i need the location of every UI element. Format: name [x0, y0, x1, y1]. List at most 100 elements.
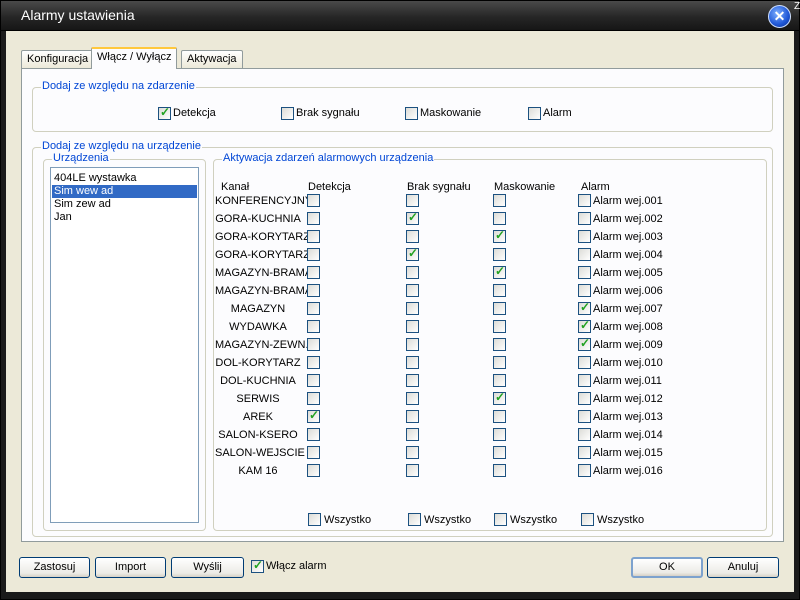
row-alarm-checkbox[interactable]	[578, 284, 591, 297]
row-masking-checkbox[interactable]	[493, 194, 506, 207]
select-all-masking-checkbox[interactable]	[494, 513, 507, 526]
row-signal-loss-checkbox[interactable]	[406, 464, 419, 477]
event-detection-checkbox[interactable]	[158, 105, 171, 120]
row-masking-checkbox[interactable]	[493, 428, 506, 441]
list-item[interactable]: Jan	[52, 211, 197, 224]
row-alarm-checkbox[interactable]	[578, 446, 591, 459]
list-item[interactable]: 404LE wystawka	[52, 172, 197, 185]
row-masking-checkbox[interactable]	[493, 446, 506, 459]
row-detection-checkbox[interactable]	[307, 356, 320, 369]
row-masking-checkbox[interactable]	[493, 228, 506, 243]
select-all-detection-checkbox[interactable]	[308, 513, 321, 526]
row-signal-loss-checkbox[interactable]	[406, 194, 419, 207]
row-detection-checkbox[interactable]	[307, 338, 320, 351]
row-alarm-checkbox[interactable]	[578, 336, 591, 351]
row-signal-loss-checkbox[interactable]	[406, 320, 419, 333]
channel-name: SERWIS	[236, 393, 280, 405]
row-signal-loss-checkbox[interactable]	[406, 284, 419, 297]
row-alarm-checkbox[interactable]	[578, 194, 591, 207]
title-bar[interactable]: Alarmy ustawienia ✕	[1, 1, 799, 31]
enable-alarm-checkbox[interactable]	[251, 558, 264, 573]
corner-glyph: Z	[794, 1, 800, 12]
row-masking-checkbox[interactable]	[493, 410, 506, 423]
row-alarm-checkbox[interactable]	[578, 212, 591, 225]
ok-button[interactable]: OK	[631, 557, 703, 578]
event-group: Dodaj ze względu na zdarzenie	[32, 80, 773, 132]
row-alarm-checkbox[interactable]	[578, 464, 591, 477]
select-all-alarm-checkbox[interactable]	[581, 513, 594, 526]
close-button[interactable]: ✕	[768, 5, 791, 28]
event-alarm-checkbox[interactable]	[528, 107, 541, 120]
send-button[interactable]: Wyślij	[171, 557, 244, 578]
row-signal-loss-checkbox[interactable]	[406, 428, 419, 441]
row-alarm-checkbox[interactable]	[578, 318, 591, 333]
list-item[interactable]: Sim zew ad	[52, 198, 197, 211]
list-item[interactable]: Sim wew ad	[52, 185, 197, 198]
row-masking-checkbox[interactable]	[493, 212, 506, 225]
row-signal-loss-checkbox[interactable]	[406, 302, 419, 315]
row-alarm-label: Alarm wej.005	[593, 267, 663, 279]
tab-aktywacja[interactable]: Aktywacja	[181, 50, 243, 68]
row-alarm-checkbox[interactable]	[578, 410, 591, 423]
row-masking-checkbox[interactable]	[493, 356, 506, 369]
column-header-detection: Detekcja	[308, 181, 351, 193]
row-signal-loss-checkbox[interactable]	[406, 246, 419, 261]
row-masking-checkbox[interactable]	[493, 248, 506, 261]
row-alarm-checkbox[interactable]	[578, 266, 591, 279]
row-masking-checkbox[interactable]	[493, 338, 506, 351]
row-alarm-label: Alarm wej.013	[593, 411, 663, 423]
row-detection-checkbox[interactable]	[307, 428, 320, 441]
window-frame-left	[1, 31, 6, 599]
row-signal-loss-checkbox[interactable]	[406, 210, 419, 225]
row-detection-checkbox[interactable]	[307, 284, 320, 297]
row-detection-checkbox[interactable]	[307, 392, 320, 405]
row-signal-loss-checkbox[interactable]	[406, 374, 419, 387]
tab-label: Włącz / Wyłącz	[97, 51, 172, 63]
row-detection-checkbox[interactable]	[307, 408, 320, 423]
tab-wlacz-wylacz[interactable]: Włącz / Wyłącz	[91, 47, 178, 69]
row-detection-checkbox[interactable]	[307, 374, 320, 387]
row-signal-loss-checkbox[interactable]	[406, 266, 419, 279]
row-detection-checkbox[interactable]	[307, 302, 320, 315]
row-signal-loss-checkbox[interactable]	[406, 356, 419, 369]
row-masking-checkbox[interactable]	[493, 374, 506, 387]
apply-button[interactable]: Zastosuj	[19, 557, 90, 578]
row-alarm-checkbox[interactable]	[578, 248, 591, 261]
row-detection-checkbox[interactable]	[307, 230, 320, 243]
row-signal-loss-checkbox[interactable]	[406, 392, 419, 405]
row-masking-checkbox[interactable]	[493, 264, 506, 279]
event-masking-checkbox[interactable]	[405, 107, 418, 120]
row-alarm-checkbox[interactable]	[578, 374, 591, 387]
row-signal-loss-checkbox[interactable]	[406, 446, 419, 459]
select-all-signal-loss-checkbox[interactable]	[408, 513, 421, 526]
window-title: Alarmy ustawienia	[21, 7, 135, 23]
row-detection-checkbox[interactable]	[307, 212, 320, 225]
row-masking-checkbox[interactable]	[493, 302, 506, 315]
row-alarm-checkbox[interactable]	[578, 392, 591, 405]
row-alarm-label: Alarm wej.009	[593, 339, 663, 351]
cancel-button[interactable]: Anuluj	[707, 557, 779, 578]
event-signal-loss-checkbox[interactable]	[281, 107, 294, 120]
row-masking-checkbox[interactable]	[493, 320, 506, 333]
row-alarm-checkbox[interactable]	[578, 428, 591, 441]
row-detection-checkbox[interactable]	[307, 464, 320, 477]
row-signal-loss-checkbox[interactable]	[406, 230, 419, 243]
row-alarm-checkbox[interactable]	[578, 230, 591, 243]
row-masking-checkbox[interactable]	[493, 390, 506, 405]
row-detection-checkbox[interactable]	[307, 248, 320, 261]
row-alarm-checkbox[interactable]	[578, 300, 591, 315]
row-detection-checkbox[interactable]	[307, 266, 320, 279]
tab-konfiguracja[interactable]: Konfiguracja	[21, 50, 95, 68]
devices-list[interactable]: 404LE wystawka Sim wew ad Sim zew ad Jan	[50, 167, 199, 523]
row-masking-checkbox[interactable]	[493, 464, 506, 477]
row-signal-loss-checkbox[interactable]	[406, 410, 419, 423]
row-detection-checkbox[interactable]	[307, 446, 320, 459]
row-signal-loss-checkbox[interactable]	[406, 338, 419, 351]
select-all-signal-loss-label: Wszystko	[424, 514, 472, 526]
row-detection-checkbox[interactable]	[307, 194, 320, 207]
row-detection-checkbox[interactable]	[307, 320, 320, 333]
row-masking-checkbox[interactable]	[493, 284, 506, 297]
import-button[interactable]: Import	[95, 557, 166, 578]
channel-name: GORA-KORYTARZ	[215, 249, 310, 261]
row-alarm-checkbox[interactable]	[578, 356, 591, 369]
